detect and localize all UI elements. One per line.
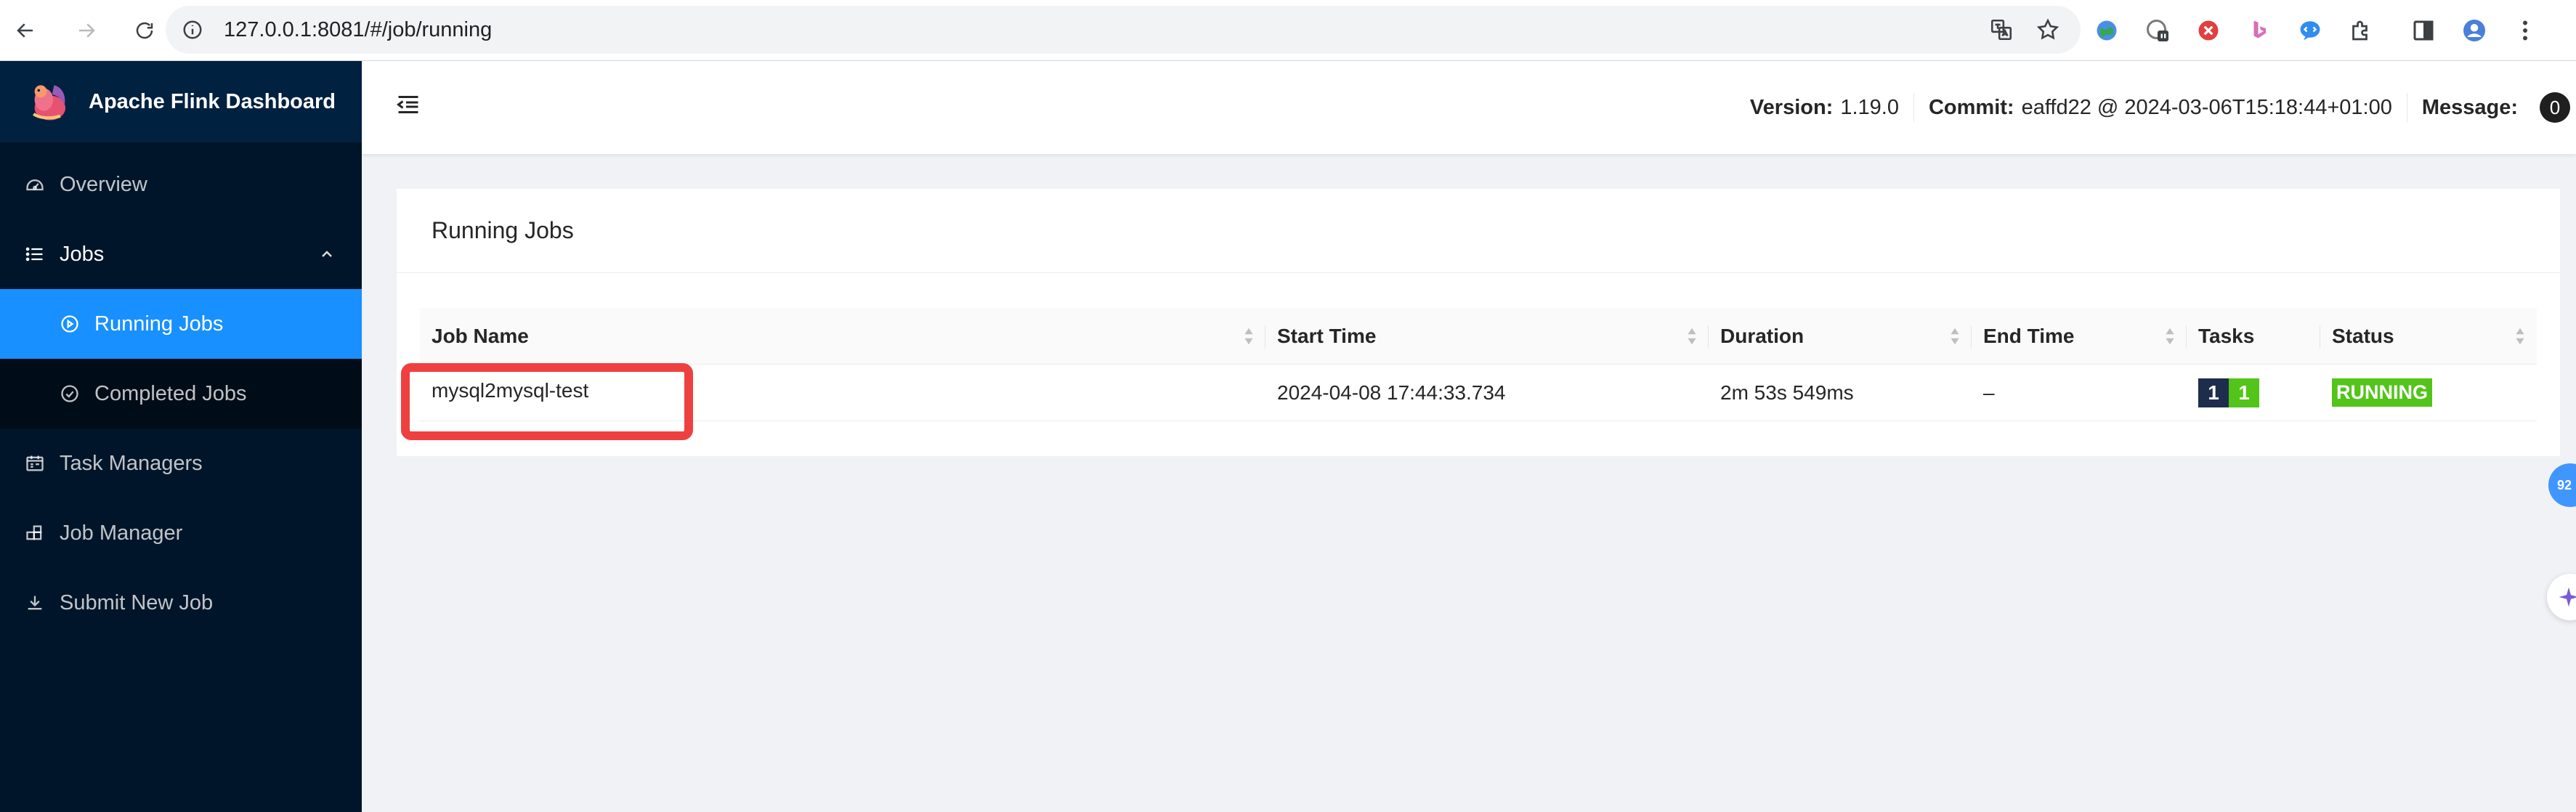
build-icon <box>26 525 42 540</box>
version-info: Version: 1.19.0 <box>1735 93 1913 122</box>
sidebar-logo-row[interactable]: Apache Flink Dashboard <box>0 61 362 142</box>
column-header-label: End Time <box>1983 324 2075 347</box>
commit-info: Commit: eaffd22 @ 2024-03-06T15:18:44+01… <box>1913 93 2407 122</box>
sidebar-menu: Overview Jobs Running Jobs Completed Job… <box>0 142 362 638</box>
column-header-label: Start Time <box>1277 324 1377 347</box>
sidebar: Apache Flink Dashboard Overview Jobs Run… <box>0 61 362 812</box>
column-header-label: Status <box>2332 324 2394 347</box>
arrow-left-icon <box>17 23 33 38</box>
arrow-right-icon <box>79 23 95 38</box>
sort-icon[interactable] <box>1950 327 1960 346</box>
jobs-submenu: Running Jobs Completed Jobs <box>0 289 362 429</box>
flink-squirrel-logo-icon <box>32 85 66 121</box>
cell-duration: 2m 53s 549ms <box>1720 381 1854 404</box>
column-header-label: Duration <box>1720 324 1805 347</box>
sidebar-item-label: Running Jobs <box>94 312 224 336</box>
sidebar-item-job-manager[interactable]: Job Manager <box>0 498 362 568</box>
cell-status: RUNNING <box>2320 365 2537 421</box>
header-info: Version: 1.19.0 Commit: eaffd22 @ 2024-0… <box>1735 61 2576 154</box>
profile-avatar-icon[interactable] <box>2460 16 2489 45</box>
sort-icon[interactable] <box>1244 327 1254 346</box>
sidebar-item-running-jobs[interactable]: Running Jobs <box>0 289 362 359</box>
address-bar[interactable]: 127.0.0.1:8081/#/job/running <box>166 6 2081 54</box>
column-header-end-time[interactable]: End Time <box>1972 308 2187 364</box>
table-row[interactable]: mysql2mysql-test 2024-04-08 17:44:33.734… <box>420 365 2537 421</box>
table-header: Job Name Start Time Duration End Time Ta <box>420 308 2537 365</box>
schedule-icon <box>26 455 44 471</box>
site-info-icon[interactable] <box>182 19 203 41</box>
play-circle-icon <box>61 315 78 333</box>
sidebar-item-completed-jobs[interactable]: Completed Jobs <box>0 359 362 429</box>
extension-block-icon[interactable] <box>2194 16 2223 45</box>
sidebar-item-overview[interactable]: Overview <box>0 150 362 219</box>
chevron-up-icon <box>322 251 332 257</box>
extension-globe-icon[interactable] <box>2092 16 2121 45</box>
column-header-label: Tasks <box>2198 324 2255 347</box>
message-count-badge[interactable]: 0 <box>2540 92 2570 123</box>
bookmark-star-icon[interactable] <box>2036 17 2060 42</box>
version-value: 1.19.0 <box>1840 95 1899 119</box>
column-header-job-name[interactable]: Job Name <box>420 308 1265 364</box>
sparkle-icon <box>2559 587 2576 607</box>
list-icon <box>25 247 43 261</box>
extension-bing-icon[interactable] <box>2245 16 2274 45</box>
sidebar-item-label: Completed Jobs <box>94 381 247 405</box>
column-header-status[interactable]: Status <box>2320 308 2537 364</box>
column-header-start-time[interactable]: Start Time <box>1265 308 1709 364</box>
column-header-label: Job Name <box>432 324 529 347</box>
highlight-annotation <box>401 363 693 440</box>
reload-button[interactable] <box>125 11 164 50</box>
sidebar-item-task-managers[interactable]: Task Managers <box>0 429 362 498</box>
side-panel-icon[interactable] <box>2409 16 2438 45</box>
cell-start-time: 2024-04-08 17:44:33.734 <box>1277 381 1506 404</box>
cell-end-time: – <box>1983 381 1995 404</box>
commit-label: Commit: <box>1928 95 2014 119</box>
sort-icon[interactable] <box>2515 327 2525 346</box>
floating-assistant-button[interactable] <box>2547 574 2576 620</box>
jobs-table: Job Name Start Time Duration End Time Ta <box>420 308 2537 421</box>
sidebar-item-label: Job Manager <box>60 521 183 545</box>
extension-chat-icon[interactable] <box>2296 16 2325 45</box>
status-badge: RUNNING <box>2332 378 2432 407</box>
browser-toolbar: 127.0.0.1:8081/#/job/running <box>0 0 2576 61</box>
back-button[interactable] <box>6 11 45 50</box>
check-circle-icon <box>61 385 78 402</box>
message-label: Message: <box>2421 95 2518 119</box>
top-header: Version: 1.19.0 Commit: eaffd22 @ 2024-0… <box>362 61 2576 154</box>
floating-badge[interactable]: 92 <box>2548 463 2576 507</box>
task-running-badge: 1 <box>2229 378 2259 407</box>
sidebar-item-label: Submit New Job <box>60 590 214 614</box>
sidebar-item-label: Overview <box>60 172 147 196</box>
floating-badge-text: 92 <box>2557 477 2572 492</box>
message-info[interactable]: Message: 0 <box>2406 92 2576 123</box>
browser-menu-icon[interactable] <box>2511 16 2540 45</box>
column-header-duration[interactable]: Duration <box>1709 308 1972 364</box>
task-badges: 1 1 <box>2198 378 2259 407</box>
extension-recorder-icon[interactable] <box>2143 16 2172 45</box>
upload-icon <box>28 596 42 610</box>
cell-tasks: 1 1 <box>2187 365 2320 421</box>
version-label: Version: <box>1749 95 1834 119</box>
sidebar-item-label: Jobs <box>60 242 105 266</box>
sidebar-item-label: Task Managers <box>60 451 203 475</box>
running-jobs-card: Running Jobs Job Name Start Time Duratio… <box>397 189 2560 456</box>
app-title: Apache Flink Dashboard <box>89 89 336 113</box>
forward-button[interactable] <box>67 11 106 50</box>
dashboard-icon <box>26 179 44 191</box>
commit-value: eaffd22 @ 2024-03-06T15:18:44+01:00 <box>2021 95 2392 119</box>
extensions-puzzle-icon[interactable] <box>2346 16 2375 45</box>
translate-icon[interactable] <box>1989 17 2014 42</box>
url-text[interactable]: 127.0.0.1:8081/#/job/running <box>224 18 492 42</box>
task-total-badge: 1 <box>2198 378 2229 407</box>
sort-icon[interactable] <box>2165 327 2175 346</box>
menu-fold-icon[interactable] <box>395 92 421 118</box>
sidebar-item-jobs[interactable]: Jobs <box>0 219 362 289</box>
sort-icon[interactable] <box>1687 327 1697 346</box>
column-header-tasks: Tasks <box>2187 308 2320 364</box>
reload-icon <box>136 22 153 38</box>
card-title: Running Jobs <box>397 189 2560 273</box>
sidebar-item-submit-new-job[interactable]: Submit New Job <box>0 568 362 638</box>
